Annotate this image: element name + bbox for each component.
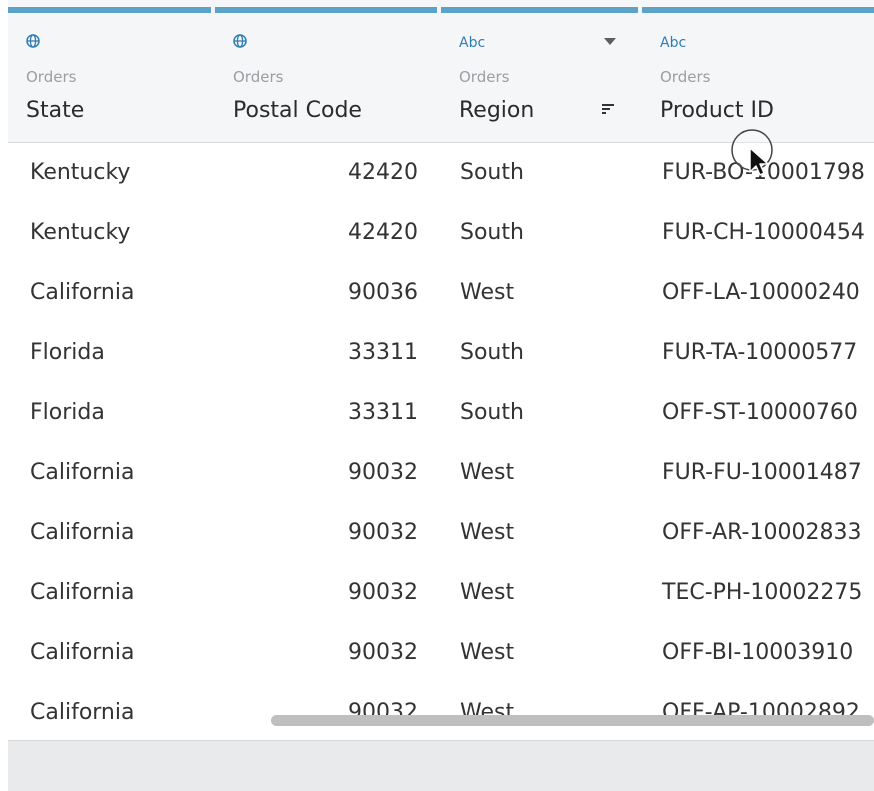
table-row[interactable]: California 90036 West OFF-LA-10000240 (8, 263, 874, 323)
globe-icon[interactable] (26, 34, 40, 53)
column-accent-bar (215, 7, 437, 13)
cell-product-id[interactable]: FUR-CH-10000454 (662, 203, 865, 263)
table-row[interactable]: California 90032 West TEC-PH-10002275 (8, 563, 874, 623)
cell-state[interactable]: California (30, 443, 134, 503)
column-name[interactable]: Postal Code (233, 98, 362, 124)
column-header-postal-code[interactable]: Orders Postal Code (215, 0, 437, 142)
cell-postal-code[interactable]: 90032 (230, 503, 418, 563)
cell-product-id[interactable]: OFF-AP-10002892 (662, 683, 860, 743)
column-header-product-id[interactable]: Abc Orders Product ID (642, 0, 874, 142)
table-row[interactable]: Florida 33311 South FUR-TA-10000577 (8, 323, 874, 383)
cell-postal-code[interactable]: 90032 (230, 563, 418, 623)
cursor-icon (731, 129, 773, 176)
cell-state[interactable]: California (30, 623, 134, 683)
column-source: Orders (459, 68, 510, 86)
cell-state[interactable]: California (30, 683, 134, 743)
footer-bar (8, 740, 874, 791)
cell-postal-code[interactable]: 33311 (230, 323, 418, 383)
cell-region[interactable]: West (460, 623, 514, 683)
cell-state[interactable]: California (30, 263, 134, 323)
cell-region[interactable]: West (460, 263, 514, 323)
cell-postal-code[interactable]: 90032 (230, 443, 418, 503)
table-row[interactable]: California 90032 West FUR-FU-10001487 (8, 443, 874, 503)
cell-region[interactable]: South (460, 203, 524, 263)
column-source: Orders (660, 68, 711, 86)
cell-region[interactable]: West (460, 503, 514, 563)
horizontal-scrollbar[interactable] (271, 715, 874, 726)
globe-icon-svg (233, 34, 247, 48)
cell-state[interactable]: Kentucky (30, 143, 130, 203)
column-name[interactable]: State (26, 98, 84, 124)
column-accent-bar (8, 7, 211, 13)
cell-region[interactable]: South (460, 143, 524, 203)
grid-header: Orders State Orders Postal Code Abc Orde… (8, 0, 874, 143)
column-name[interactable]: Product ID (660, 98, 774, 124)
table-row[interactable]: California 90032 West OFF-BI-10003910 (8, 623, 874, 683)
data-grid: Orders State Orders Postal Code Abc Orde… (8, 0, 874, 791)
cell-region[interactable]: West (460, 443, 514, 503)
cell-product-id[interactable]: FUR-FU-10001487 (662, 443, 862, 503)
cell-region[interactable]: South (460, 383, 524, 443)
cell-postal-code[interactable]: 33311 (230, 383, 418, 443)
column-source: Orders (26, 68, 77, 86)
table-row[interactable]: Florida 33311 South OFF-ST-10000760 (8, 383, 874, 443)
chevron-down-icon[interactable] (604, 38, 616, 45)
cell-postal-code[interactable]: 42420 (230, 143, 418, 203)
cell-postal-code[interactable]: 90032 (230, 623, 418, 683)
table-row[interactable]: Kentucky 42420 South FUR-CH-10000454 (8, 203, 874, 263)
cell-postal-code[interactable]: 42420 (230, 203, 418, 263)
string-type-icon[interactable]: Abc (660, 34, 686, 52)
cell-region[interactable]: South (460, 323, 524, 383)
column-source: Orders (233, 68, 284, 86)
globe-icon-svg (26, 34, 40, 48)
column-accent-bar (441, 7, 638, 13)
cell-postal-code[interactable]: 90032 (230, 683, 418, 743)
table-row[interactable]: California 90032 West OFF-AP-10002892 (8, 683, 874, 743)
column-name[interactable]: Region (459, 98, 534, 124)
cell-state[interactable]: Kentucky (30, 203, 130, 263)
cell-product-id[interactable]: FUR-TA-10000577 (662, 323, 857, 383)
cell-postal-code[interactable]: 90036 (230, 263, 418, 323)
column-accent-bar (642, 7, 874, 13)
cell-product-id[interactable]: TEC-PH-10002275 (662, 563, 862, 623)
cell-product-id[interactable]: OFF-ST-10000760 (662, 383, 858, 443)
cell-product-id[interactable]: OFF-AR-10002833 (662, 503, 861, 563)
globe-icon[interactable] (233, 34, 247, 53)
cell-state[interactable]: Florida (30, 323, 105, 383)
cell-region[interactable]: West (460, 683, 514, 743)
cell-state[interactable]: Florida (30, 383, 105, 443)
cell-region[interactable]: West (460, 563, 514, 623)
cell-product-id[interactable]: OFF-LA-10000240 (662, 263, 860, 323)
column-header-region[interactable]: Abc Orders Region (441, 0, 638, 142)
string-type-icon[interactable]: Abc (459, 34, 485, 52)
sort-icon[interactable] (601, 102, 615, 116)
cell-state[interactable]: California (30, 503, 134, 563)
cell-state[interactable]: California (30, 563, 134, 623)
table-row[interactable]: California 90032 West OFF-AR-10002833 (8, 503, 874, 563)
cell-product-id[interactable]: OFF-BI-10003910 (662, 623, 853, 683)
column-header-state[interactable]: Orders State (8, 0, 211, 142)
